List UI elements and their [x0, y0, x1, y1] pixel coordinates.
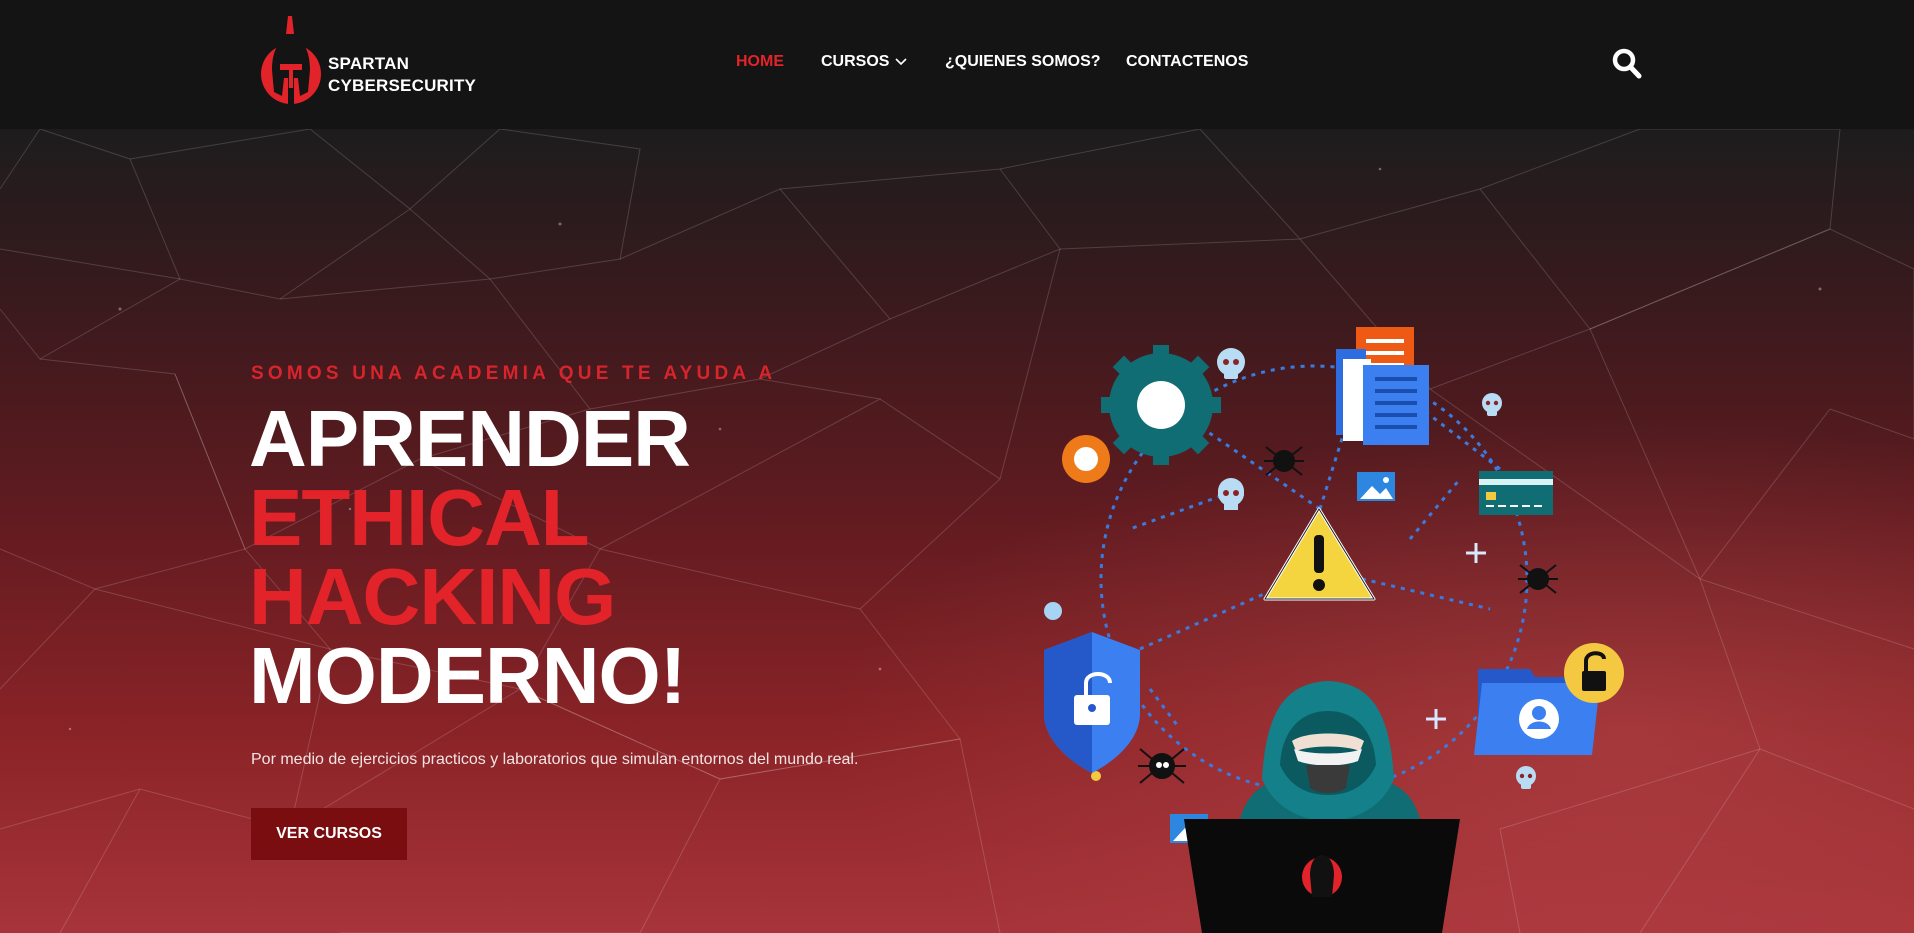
- search-button[interactable]: [1612, 48, 1642, 80]
- site-header: SPARTAN CYBERSECURITY HOME CURSOS ¿QUIEN…: [0, 0, 1914, 129]
- headline-line-4: MODERNO!: [249, 631, 686, 720]
- hero-subtitle: Por medio de ejercicios practicos y labo…: [251, 751, 859, 768]
- shield-lock-icon: [1044, 632, 1140, 773]
- gear-icon-small: [1062, 435, 1110, 483]
- brand-logo[interactable]: SPARTAN CYBERSECURITY: [258, 14, 498, 116]
- nav-item-cursos[interactable]: CURSOS: [821, 53, 908, 71]
- headline-line-2: ETHICAL: [249, 473, 590, 562]
- brand-line-2: CYBERSECURITY: [328, 76, 477, 95]
- spartan-helmet-icon: [261, 16, 321, 110]
- nav-item-cursos-label: CURSOS: [821, 53, 890, 70]
- skull-decorations: [1217, 348, 1536, 789]
- nav-item-contactenos[interactable]: CONTACTENOS: [1126, 53, 1248, 71]
- skull-icon: [1482, 393, 1502, 416]
- headline-line-1: APRENDER: [249, 394, 691, 483]
- skull-icon: [1217, 348, 1245, 379]
- skull-icon: [1516, 766, 1536, 789]
- headline-line-3: HACKING: [249, 552, 616, 641]
- hero-headline: APRENDER ETHICAL HACKING MODERNO!: [249, 394, 691, 720]
- brand-line-1: SPARTAN: [328, 54, 410, 73]
- spider-icon-3: [1138, 748, 1186, 784]
- brand-wordmark: SPARTAN CYBERSECURITY: [328, 53, 476, 97]
- search-icon: [1612, 48, 1642, 79]
- hero-eyebrow: SOMOS UNA ACADEMIA QUE TE AYUDA A: [251, 363, 777, 384]
- chevron-down-icon: [895, 58, 908, 65]
- laptop-icon: [1184, 819, 1460, 933]
- ver-cursos-button[interactable]: VER CURSOS: [251, 808, 407, 860]
- nav-item-home[interactable]: HOME: [736, 53, 784, 71]
- padlock-icon: [1564, 643, 1624, 703]
- nav-item-quienes-somos[interactable]: ¿QUIENES SOMOS?: [945, 53, 1101, 71]
- hero-section: SOMOS UNA ACADEMIA QUE TE AYUDA A APREND…: [0, 129, 1914, 933]
